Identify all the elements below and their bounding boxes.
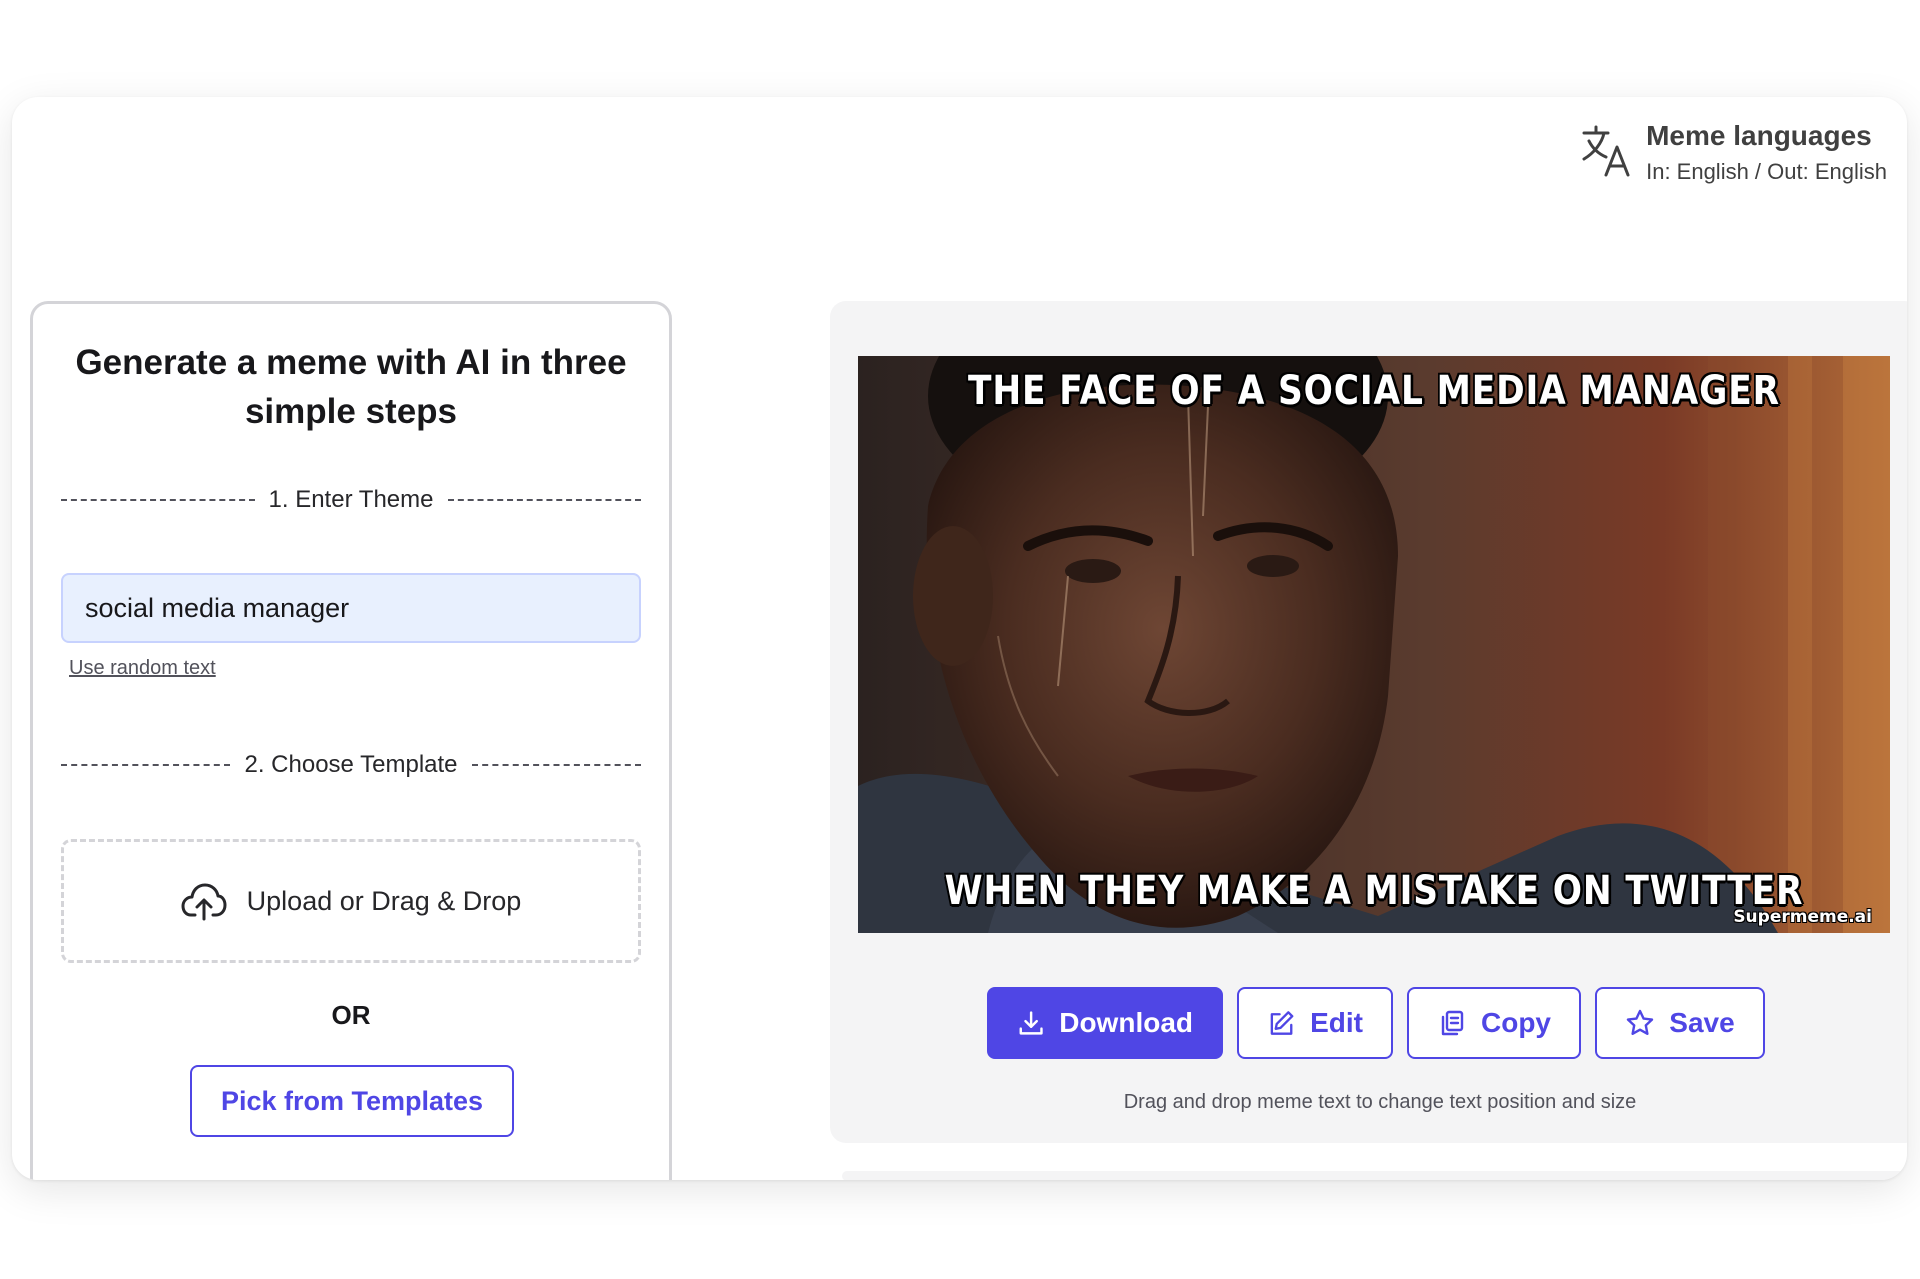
copy-label: Copy [1481,1007,1551,1038]
step-1-label: 1. Enter Theme [268,486,434,513]
copy-button[interactable]: Copy [1407,987,1581,1059]
divider-line [61,499,255,501]
next-panel-edge [842,1171,1907,1180]
language-title: Meme languages [1646,120,1872,151]
divider-line [447,499,642,501]
divider-line [471,764,641,766]
generator-panel: Generate a meme with AI in three simple … [30,301,672,1180]
meme-watermark: Supermeme.ai [1733,907,1872,927]
or-separator: OR [331,1000,371,1030]
meme-image[interactable]: THE FACE OF A SOCIAL MEDIA MANAGER WHEN … [858,356,1890,933]
use-random-text-link[interactable]: Use random text [69,657,216,680]
meme-actions: Download Edit Copy Save [830,987,1907,1059]
language-subtitle: In: English / Out: English [1646,159,1887,184]
save-button[interactable]: Save [1595,987,1765,1059]
edit-button[interactable]: Edit [1237,987,1393,1059]
language-selector[interactable]: Meme languages In: English / Out: Englis… [1580,119,1887,185]
upload-dropzone[interactable]: Upload or Drag & Drop [61,839,641,963]
download-button[interactable]: Download [987,987,1223,1059]
meme-bottom-text[interactable]: WHEN THEY MAKE A MISTAKE ON TWITTER [930,868,1818,914]
save-label: Save [1669,1007,1735,1038]
upload-label: Upload or Drag & Drop [246,885,522,916]
edit-label: Edit [1310,1007,1363,1038]
theme-input[interactable] [61,573,641,643]
cloud-upload-icon [181,883,227,921]
step-2-label: 2. Choose Template [244,751,458,778]
translate-icon [1582,125,1630,177]
step-2-divider: 2. Choose Template [61,751,641,779]
app-window: Meme languages In: English / Out: Englis… [12,97,1907,1180]
step-1-divider: 1. Enter Theme [61,486,642,514]
panel-heading: Generate a meme with AI in three simple … [75,343,627,431]
download-icon [1019,1011,1043,1035]
star-icon [1627,1009,1654,1035]
drag-hint: Drag and drop meme text to change text p… [1123,1091,1637,1113]
pick-from-templates-button[interactable]: Pick from Templates [190,1065,514,1137]
divider-line [61,764,231,766]
copy-icon [1441,1010,1464,1036]
meme-preview-panel: THE FACE OF A SOCIAL MEDIA MANAGER WHEN … [830,301,1907,1143]
edit-icon [1270,1011,1294,1035]
meme-top-text[interactable]: THE FACE OF A SOCIAL MEDIA MANAGER [930,368,1818,414]
meme-photo [858,356,1890,933]
download-label: Download [1059,1007,1193,1038]
